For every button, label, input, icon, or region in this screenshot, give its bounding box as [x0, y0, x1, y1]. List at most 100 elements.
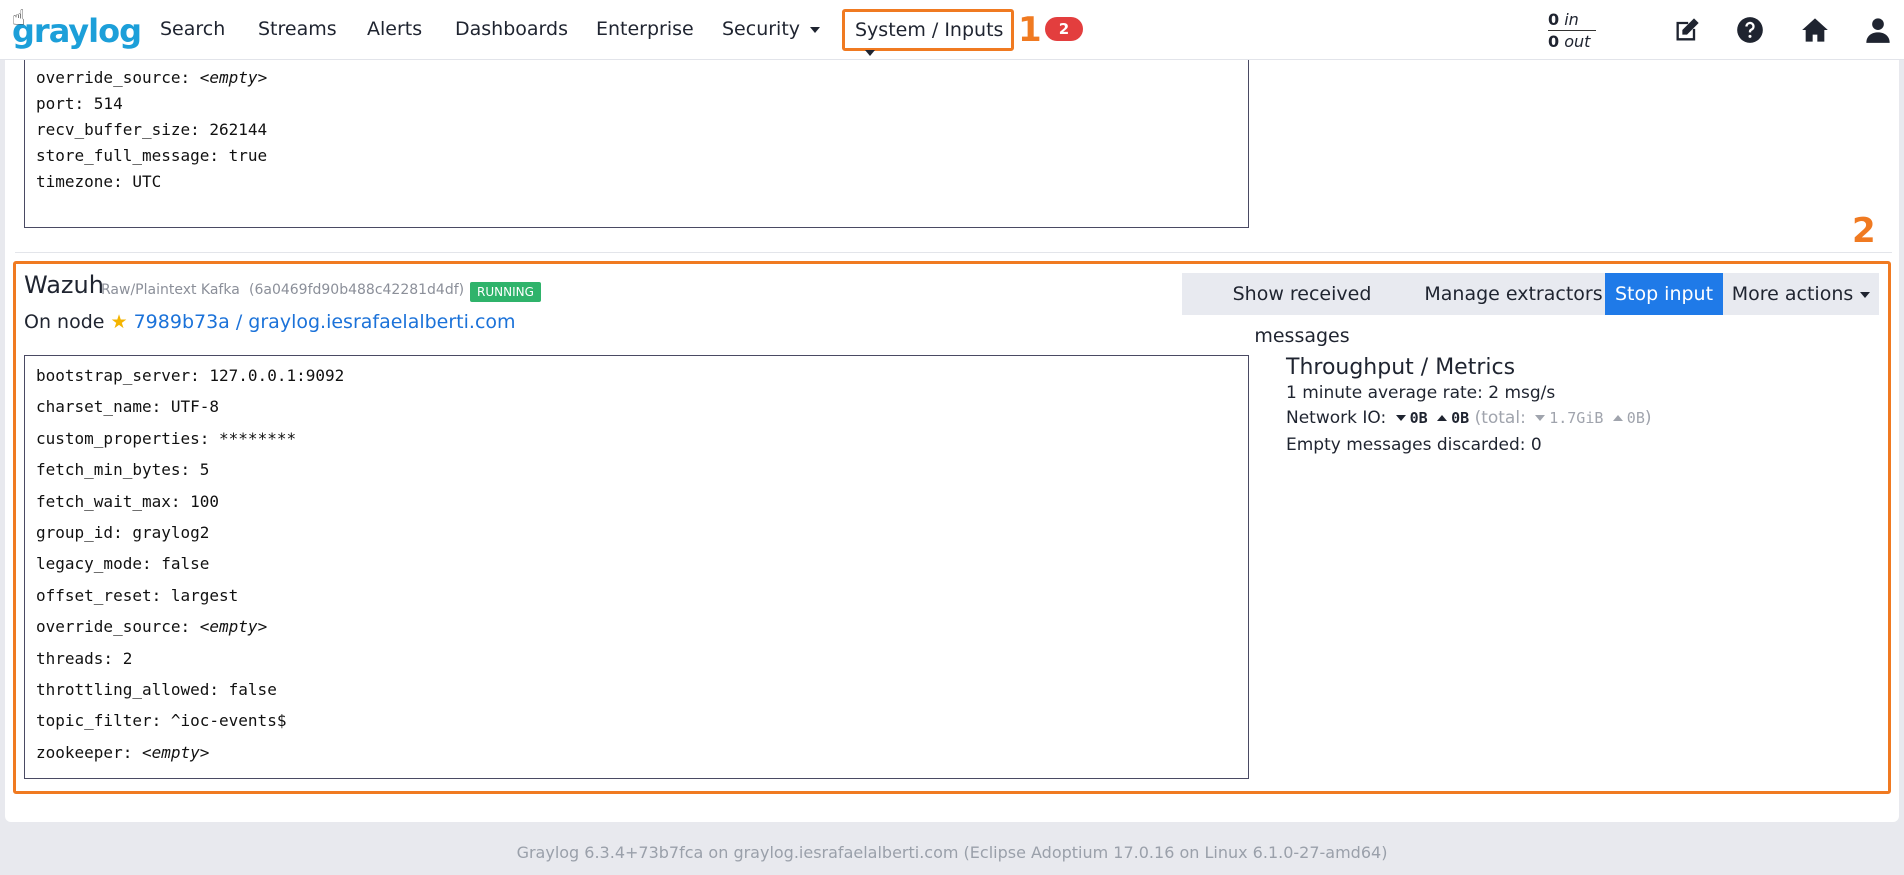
config-key: port:: [36, 94, 94, 113]
node-link[interactable]: 7989b73a / graylog.iesrafaelalberti.com: [134, 311, 516, 333]
input-id: (6a0469fd90b488c42281d4df): [249, 282, 465, 298]
throughput-out-label: out: [1564, 32, 1591, 51]
config-key: throttling_allowed:: [36, 680, 229, 699]
previous-input-config: override_source: <empty> port: 514 recv_bu…: [24, 60, 1249, 228]
nav-streams[interactable]: Streams: [258, 18, 337, 40]
hand-cursor-icon: ☝: [12, 6, 26, 31]
notifications-badge[interactable]: 2: [1045, 17, 1083, 41]
config-value: UTF-8: [170, 397, 220, 417]
network-io-label: Network IO:: [1286, 408, 1387, 428]
config-line: charset_name: UTF-8: [36, 397, 219, 416]
throughput-indicator[interactable]: 0 in 0 out: [1548, 10, 1596, 51]
config-value: true: [228, 146, 268, 165]
config-value: <empty>: [199, 68, 268, 87]
config-line: topic_filter: ^ioc-events$: [36, 711, 286, 730]
stop-input-button[interactable]: Stop input: [1605, 273, 1723, 315]
config-key: timezone:: [36, 172, 133, 191]
on-node-label: On node: [24, 311, 105, 333]
config-line: bootstrap_server: 127.0.0.1:9092: [36, 366, 344, 385]
net-in-value: 0B: [1409, 409, 1428, 427]
config-key: override_source:: [36, 68, 200, 87]
config-value: 262144: [209, 120, 268, 139]
arrow-up-icon: [1437, 415, 1448, 421]
config-value: 2: [122, 648, 133, 668]
divider: [15, 252, 1892, 253]
arrow-down-icon: [1395, 415, 1406, 421]
annotation-1: 1: [1018, 10, 1042, 50]
user-icon[interactable]: [1864, 16, 1892, 44]
total-out-value: 0B: [1626, 409, 1645, 427]
status-badge: RUNNING: [470, 282, 541, 302]
config-value: false: [228, 680, 277, 699]
input-type: Raw/Plaintext Kafka: [101, 282, 240, 298]
manage-extractors-button[interactable]: Manage extractors: [1422, 273, 1605, 315]
config-value: UTC: [132, 172, 162, 191]
nav-enterprise[interactable]: Enterprise: [596, 18, 694, 40]
config-key: legacy_mode:: [36, 554, 162, 574]
config-value: 5: [199, 460, 210, 480]
arrow-down-icon: [1535, 415, 1546, 421]
config-line: fetch_min_bytes: 5: [36, 460, 209, 479]
nav-system-label: System / Inputs: [855, 19, 1004, 41]
on-node-row: On node ★ 7989b73a / graylog.iesrafaelal…: [24, 311, 516, 333]
chevron-down-icon: [1860, 291, 1871, 298]
config-value: 127.0.0.1:9092: [209, 366, 345, 385]
home-icon[interactable]: [1801, 16, 1829, 44]
config-value: largest: [170, 585, 239, 605]
more-actions-button[interactable]: More actions: [1723, 273, 1879, 315]
total-in-value: 1.7GiB: [1549, 409, 1604, 427]
more-actions-label: More actions: [1731, 283, 1854, 305]
help-icon[interactable]: [1736, 16, 1764, 44]
config-value: 514: [93, 94, 123, 113]
config-key: custom_properties:: [36, 428, 220, 448]
throughput-out-value: 0: [1548, 32, 1560, 51]
config-line: legacy_mode: false: [36, 554, 209, 573]
config-key: zookeeper:: [36, 742, 142, 762]
net-out-value: 0B: [1451, 409, 1470, 427]
nav-security-label: Security: [722, 18, 801, 40]
network-io-row: Network IO: 0B 0B (total: 1.7GiB 0B): [1286, 408, 1652, 428]
empty-messages-discarded: Empty messages discarded: 0: [1286, 435, 1542, 455]
config-key: fetch_wait_max:: [36, 491, 191, 511]
config-key: recv_buffer_size:: [36, 120, 210, 139]
config-line: recv_buffer_size: 262144: [36, 120, 267, 139]
config-key: group_id:: [36, 523, 133, 542]
nav-search[interactable]: Search: [160, 18, 225, 40]
config-key: topic_filter:: [36, 711, 171, 731]
footer-version: Graylog 6.3.4+73b7fca on graylog.iesrafa…: [516, 843, 1388, 862]
metrics-rate: 1 minute average rate: 2 msg/s: [1286, 383, 1556, 403]
chevron-down-icon: [810, 26, 821, 33]
config-line: offset_reset: largest: [36, 586, 238, 605]
star-icon: ★: [110, 311, 128, 333]
config-value: false: [161, 554, 210, 574]
annotation-2: 2: [1852, 211, 1876, 251]
config-line: threads: 2: [36, 649, 132, 668]
config-value: <empty>: [141, 742, 210, 762]
config-line: fetch_wait_max: 100: [36, 492, 219, 511]
total-close: ): [1644, 408, 1652, 428]
nav-alerts[interactable]: Alerts: [367, 18, 422, 40]
config-line: override_source: <empty>: [36, 68, 267, 87]
total-label: (total:: [1474, 408, 1526, 428]
throughput-in-value: 0: [1548, 10, 1560, 29]
throughput-in-label: in: [1564, 10, 1579, 29]
show-received-messages-button[interactable]: Show received messages: [1182, 273, 1422, 347]
config-key: charset_name:: [36, 397, 171, 417]
config-line: group_id: graylog2: [36, 523, 209, 542]
nav-system-inputs[interactable]: System / Inputs: [842, 9, 1014, 66]
edit-icon[interactable]: [1673, 16, 1701, 44]
config-line: zookeeper: <empty>: [36, 743, 209, 762]
config-key: override_source:: [36, 617, 200, 637]
graylog-logo[interactable]: graylog: [12, 12, 142, 50]
config-key: offset_reset:: [36, 585, 171, 605]
nav-dashboards[interactable]: Dashboards: [455, 18, 568, 40]
nav-security[interactable]: Security: [722, 18, 821, 40]
config-value: 100: [190, 491, 220, 511]
config-key: store_full_message:: [36, 146, 229, 165]
config-value: ^ioc-events$: [170, 711, 287, 731]
config-key: fetch_min_bytes:: [36, 460, 200, 480]
config-value: graylog2: [132, 523, 210, 542]
metrics-title: Throughput / Metrics: [1286, 355, 1516, 380]
config-line: store_full_message: true: [36, 146, 267, 165]
config-key: threads:: [36, 648, 123, 668]
